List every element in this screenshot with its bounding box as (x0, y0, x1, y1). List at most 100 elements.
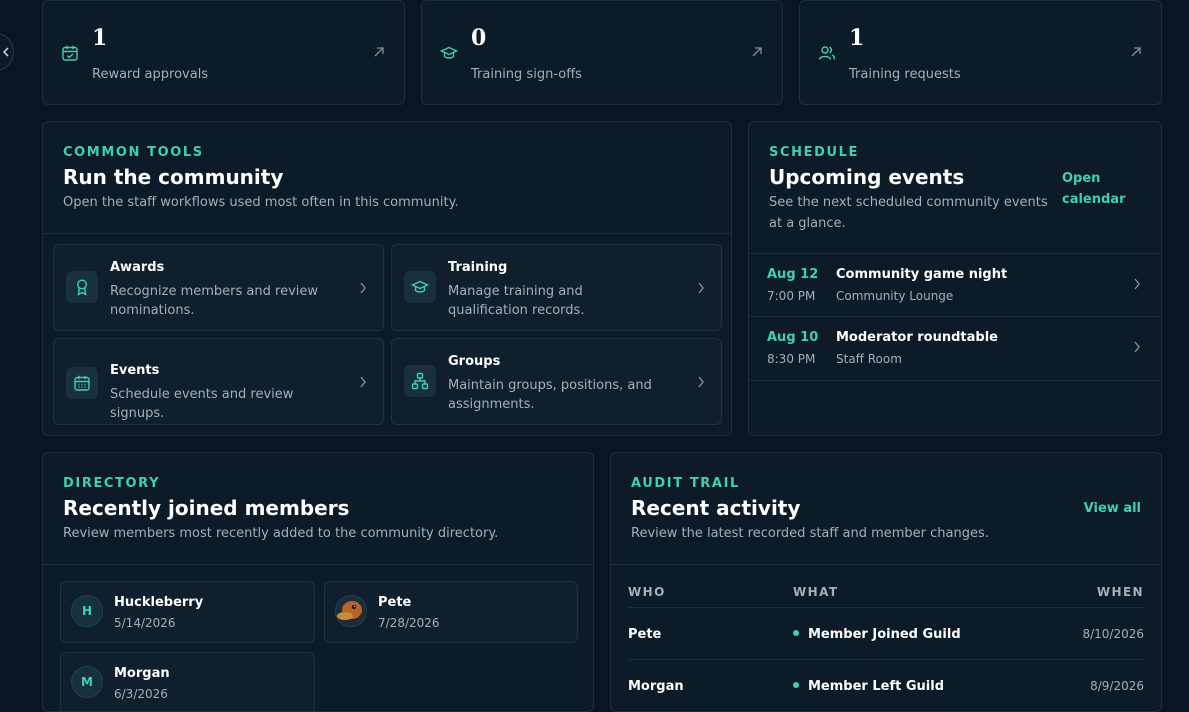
stat-value: 1 (849, 25, 865, 51)
member-name: Pete (378, 595, 412, 610)
audit-trail-card: AUDIT TRAIL Recent activity Review the l… (610, 452, 1162, 712)
member-joined-date: 5/14/2026 (114, 616, 176, 630)
divider (611, 564, 1161, 565)
chevron-right-icon (360, 376, 366, 388)
tool-description: Maintain groups, positions, and assignme… (448, 378, 652, 412)
open-calendar-link[interactable]: Open calendar (1062, 168, 1142, 210)
avatar: H (71, 595, 103, 627)
icon-tile (404, 271, 436, 303)
tool-title: Groups (448, 354, 501, 369)
tool-description: Manage training and qualification record… (448, 284, 585, 318)
org-chart-icon (411, 372, 429, 390)
award-icon (76, 279, 88, 296)
status-dot (793, 682, 799, 688)
section-eyebrow: AUDIT TRAIL (631, 476, 740, 491)
icon-tile (66, 271, 98, 303)
tool-training[interactable]: Training Manage training and qualificati… (391, 244, 722, 331)
users-icon (818, 46, 836, 60)
stat-value: 1 (92, 25, 108, 51)
arrow-up-right-icon (752, 47, 762, 57)
event-place: Community Lounge (836, 289, 954, 303)
row-what-text: Member Joined Guild (808, 627, 961, 642)
section-eyebrow: DIRECTORY (63, 476, 161, 491)
member-card[interactable]: H Huckleberry 5/14/2026 (60, 581, 315, 643)
member-joined-date: 7/28/2026 (378, 616, 440, 630)
divider (43, 564, 593, 565)
section-eyebrow: COMMON TOOLS (63, 145, 204, 160)
table-row: Morgan Member Left Guild 8/9/2026 (628, 659, 1144, 711)
common-tools-card: COMMON TOOLS Run the community Open the … (42, 121, 732, 436)
sidebar-collapse-button[interactable] (0, 33, 14, 71)
column-header-what: WHAT (793, 585, 839, 599)
tool-events[interactable]: Events Schedule events and review signup… (53, 338, 384, 425)
event-time: 8:30 PM (767, 352, 816, 366)
row-who: Pete (628, 627, 662, 642)
tool-awards[interactable]: Awards Recognize members and review nomi… (53, 244, 384, 331)
arrow-up-right-icon (1131, 47, 1141, 57)
column-header-when: WHEN (1096, 585, 1144, 599)
member-name: Huckleberry (114, 595, 204, 610)
stat-card-training-signoffs[interactable]: 0 Training sign-offs (421, 0, 783, 105)
status-dot (793, 630, 799, 636)
stat-card-reward-approvals[interactable]: 1 Reward approvals (42, 0, 405, 105)
icon-tile (404, 365, 436, 397)
calendar-icon (74, 375, 90, 391)
event-date: Aug 12 (767, 267, 819, 282)
tool-title: Events (110, 363, 160, 378)
tool-description: Recognize members and review nominations… (110, 284, 319, 318)
row-who: Morgan (628, 679, 684, 694)
member-card[interactable]: Pete 7/28/2026 (324, 581, 578, 643)
view-all-link[interactable]: View all (1084, 498, 1141, 519)
platypus-avatar-icon (337, 601, 362, 620)
section-title: Run the community (63, 165, 284, 189)
tool-description: Schedule events and review signups. (110, 387, 294, 421)
chevron-right-icon (698, 282, 704, 294)
event-time: 7:00 PM (767, 289, 816, 303)
tool-title: Training (448, 260, 508, 275)
section-eyebrow: SCHEDULE (769, 145, 859, 160)
stat-label: Reward approvals (92, 67, 209, 82)
column-header-who: WHO (628, 585, 666, 599)
member-name: Morgan (114, 666, 170, 681)
directory-card: DIRECTORY Recently joined members Review… (42, 452, 594, 712)
chevron-left-icon (2, 47, 9, 57)
section-subtitle: See the next scheduled community events … (769, 195, 1048, 231)
table-row: Pete Member Joined Guild 8/10/2026 (628, 607, 1144, 660)
graduation-cap-icon (411, 280, 429, 293)
divider (43, 233, 731, 234)
chevron-right-icon (1134, 278, 1140, 290)
calendar-check-icon (62, 45, 78, 61)
chevron-right-icon (1134, 341, 1140, 353)
avatar: M (71, 666, 103, 698)
section-subtitle: Review the latest recorded staff and mem… (631, 526, 989, 541)
section-title: Recently joined members (63, 496, 350, 520)
chevron-right-icon (698, 376, 704, 388)
section-title: Recent activity (631, 496, 801, 520)
row-when: 8/10/2026 (1082, 627, 1144, 641)
section-title: Upcoming events (769, 165, 965, 189)
event-name: Moderator roundtable (836, 330, 998, 345)
schedule-card: SCHEDULE Upcoming events See the next sc… (748, 121, 1162, 436)
member-card[interactable]: M Morgan 6/3/2026 (60, 652, 315, 711)
row-what: Member Joined Guild (793, 627, 961, 642)
icon-tile (66, 367, 98, 399)
row-what: Member Left Guild (793, 679, 944, 694)
row-what-text: Member Left Guild (808, 679, 944, 694)
tool-title: Awards (110, 260, 165, 275)
stat-card-training-requests[interactable]: 1 Training requests (799, 0, 1162, 105)
graduation-cap-icon (440, 46, 458, 59)
stat-value: 0 (471, 25, 487, 51)
event-name: Community game night (836, 267, 1008, 282)
tool-groups[interactable]: Groups Maintain groups, positions, and a… (391, 338, 722, 425)
section-subtitle: Open the staff workflows used most often… (63, 195, 459, 210)
stat-label: Training sign-offs (471, 67, 582, 82)
avatar (335, 595, 367, 627)
member-joined-date: 6/3/2026 (114, 687, 168, 701)
event-row[interactable]: Aug 10 8:30 PM Moderator roundtable Staf… (749, 316, 1161, 381)
stat-label: Training requests (849, 67, 961, 82)
event-place: Staff Room (836, 352, 902, 366)
row-when: 8/9/2026 (1090, 679, 1144, 693)
event-row[interactable]: Aug 12 7:00 PM Community game night Comm… (749, 253, 1161, 317)
event-date: Aug 10 (767, 330, 819, 345)
arrow-up-right-icon (374, 47, 384, 57)
